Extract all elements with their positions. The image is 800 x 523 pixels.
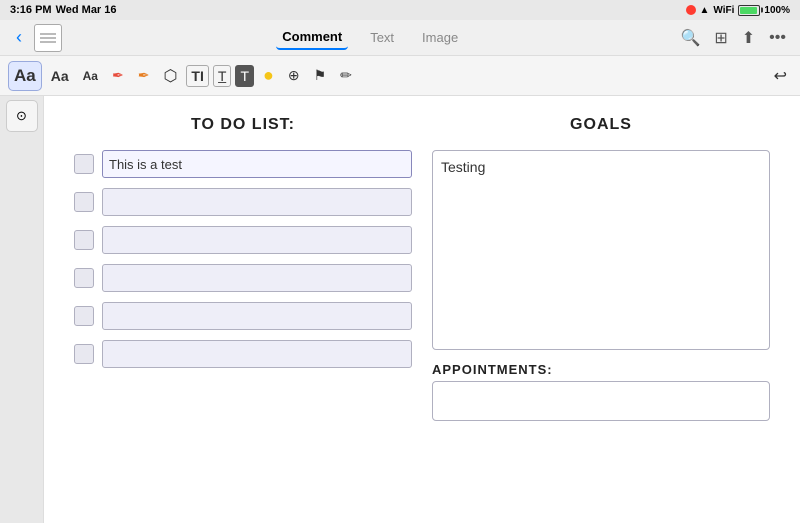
font-medium-button[interactable]: Aa	[46, 64, 74, 88]
goals-text: Testing	[441, 159, 485, 175]
highlight-button[interactable]: ●	[258, 61, 279, 90]
todo-checkbox-1[interactable]	[74, 154, 94, 174]
canvas-area: TO DO LIST: This is a test	[44, 96, 800, 523]
wifi-icon: WiFi	[713, 5, 734, 16]
search-button[interactable]: 🔍	[678, 26, 702, 50]
todo-row	[74, 226, 412, 254]
pen-red-button[interactable]: ✒	[107, 63, 129, 88]
red-dot-icon	[686, 5, 696, 15]
tab-text[interactable]: Text	[364, 26, 400, 49]
todo-row	[74, 302, 412, 330]
thumbnail-line	[40, 37, 56, 39]
signal-icon: ▲	[700, 5, 710, 16]
nav-center-tabs: Comment Text Image	[276, 25, 464, 50]
eraser-button[interactable]: ⬡	[158, 62, 182, 90]
todo-checkbox-3[interactable]	[74, 230, 94, 250]
draw-button[interactable]: ✏	[335, 63, 357, 88]
content-area: ⊙ TO DO LIST: This is a test	[0, 96, 800, 523]
tab-comment[interactable]: Comment	[276, 25, 348, 50]
todo-input-1[interactable]: This is a test	[102, 150, 412, 178]
todo-checkbox-4[interactable]	[74, 268, 94, 288]
todo-checkbox-2[interactable]	[74, 192, 94, 212]
pen-orange-button[interactable]: ✒	[133, 63, 155, 88]
status-time: 3:16 PM	[10, 4, 52, 16]
tab-image[interactable]: Image	[416, 26, 464, 49]
font-small-button[interactable]: Aa	[78, 65, 103, 87]
todo-checkbox-6[interactable]	[74, 344, 94, 364]
appointments-box[interactable]	[432, 381, 770, 421]
battery-fill	[740, 7, 756, 14]
thumbnail-lines	[40, 33, 56, 43]
goals-title: GOALS	[432, 116, 770, 134]
t-outline-button[interactable]: T̲	[213, 65, 232, 87]
appointments-title: APPOINTMENTS:	[432, 362, 770, 377]
status-bar-left: 3:16 PM Wed Mar 16	[10, 4, 117, 16]
side-panel: ⊙	[0, 96, 44, 523]
thumbnail-line	[40, 33, 56, 35]
todo-input-5[interactable]	[102, 302, 412, 330]
ti-button[interactable]: TI	[186, 65, 208, 87]
status-date: Wed Mar 16	[56, 4, 117, 16]
todo-input-4[interactable]	[102, 264, 412, 292]
todo-title: TO DO LIST:	[74, 116, 412, 134]
todo-row	[74, 340, 412, 368]
nav-right: 🔍 ⊞ ⬆ •••	[678, 26, 788, 50]
status-bar: 3:16 PM Wed Mar 16 ▲ WiFi 100%	[0, 0, 800, 20]
page-content: TO DO LIST: This is a test	[44, 96, 800, 441]
thumbnail-preview[interactable]	[34, 24, 62, 52]
goals-box[interactable]: Testing	[432, 150, 770, 350]
battery-indicator	[738, 5, 760, 16]
t-fill-button[interactable]: T	[235, 65, 254, 87]
todo-input-6[interactable]	[102, 340, 412, 368]
todo-row	[74, 188, 412, 216]
nav-bar: ‹ Comment Text Image 🔍 ⊞ ⬆ •••	[0, 20, 800, 56]
todo-section: TO DO LIST: This is a test	[74, 116, 412, 421]
nav-left: ‹	[12, 23, 62, 52]
font-large-button[interactable]: Aa	[8, 61, 42, 91]
battery-percentage: 100%	[764, 5, 790, 16]
thumbnail-line	[40, 41, 56, 43]
todo-row	[74, 264, 412, 292]
todo-checkbox-5[interactable]	[74, 306, 94, 326]
share-button[interactable]: ⬆	[740, 26, 757, 50]
person-button[interactable]: ⚑	[309, 63, 332, 88]
battery-tip	[761, 8, 763, 13]
goals-section: GOALS Testing	[432, 116, 770, 350]
toolbar: Aa Aa Aa ✒ ✒ ⬡ TI T̲ T ● ⊕ ⚑ ✏ ↩	[0, 56, 800, 96]
status-bar-right: ▲ WiFi 100%	[686, 5, 791, 16]
back-button[interactable]: ‹	[12, 23, 26, 52]
todo-input-2[interactable]	[102, 188, 412, 216]
todo-row: This is a test	[74, 150, 412, 178]
link-button[interactable]: ⊕	[283, 63, 305, 88]
right-column: GOALS Testing APPOINTMENTS:	[432, 116, 770, 421]
todo-text-1: This is a test	[109, 157, 182, 172]
todo-input-3[interactable]	[102, 226, 412, 254]
side-panel-button[interactable]: ⊙	[6, 100, 38, 132]
more-button[interactable]: •••	[767, 27, 788, 49]
appointments-section: APPOINTMENTS:	[432, 362, 770, 421]
undo-button[interactable]: ↩	[769, 62, 792, 90]
grid-button[interactable]: ⊞	[712, 26, 729, 50]
